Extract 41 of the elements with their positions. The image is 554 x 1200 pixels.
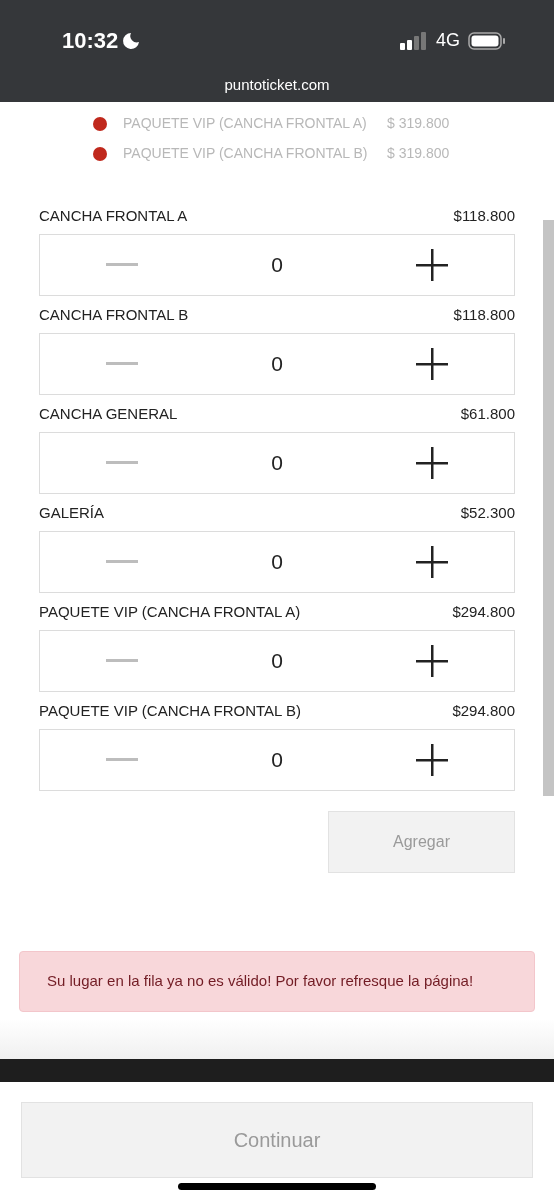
ticket-name: PAQUETE VIP (CANCHA FRONTAL A): [39, 601, 301, 622]
ticket-price: $294.800: [452, 601, 515, 622]
minus-icon: [106, 659, 138, 663]
ticket-name: PAQUETE VIP (CANCHA FRONTAL B): [39, 700, 301, 721]
clock-time: 10:32: [62, 27, 119, 55]
moon-icon: [122, 31, 141, 50]
ticket-price: $118.800: [453, 205, 515, 226]
quantity-value: 0: [270, 648, 284, 675]
plus-icon: [416, 645, 448, 677]
plus-icon: [416, 348, 448, 380]
ticket-name: CANCHA FRONTAL B: [39, 304, 189, 325]
minus-icon: [106, 362, 138, 366]
ticket-price: $118.800: [453, 304, 515, 325]
ticket-name: CANCHA GENERAL: [39, 403, 178, 424]
quantity-value: 0: [270, 450, 284, 477]
quantity-value: 0: [270, 549, 284, 576]
signal-icon: [400, 31, 428, 50]
quantity-value: 0: [270, 747, 284, 774]
plus-icon: [416, 249, 448, 281]
alert-message: Su lugar en la fila ya no es válido! Por favor refresque la página!: [47, 971, 474, 992]
minus-icon: [106, 560, 138, 564]
ticket-price: $294.800: [452, 700, 515, 721]
url-label: puntoticket.com: [224, 75, 330, 95]
ticket-name: GALERÍA: [39, 502, 105, 523]
plus-icon: [416, 546, 448, 578]
network-label: 4G: [436, 29, 460, 52]
battery-icon: [468, 31, 506, 50]
quantity-value: 0: [270, 252, 284, 279]
ticket-price: $61.800: [460, 403, 515, 424]
package-price: $ 319.800: [387, 114, 450, 133]
ticket-name: CANCHA FRONTAL A: [39, 205, 188, 226]
quantity-value: 0: [270, 351, 284, 378]
minus-icon: [106, 461, 138, 465]
ticket-price: $52.300: [460, 502, 515, 523]
plus-icon: [416, 447, 448, 479]
package-price: $ 319.800: [387, 144, 450, 163]
package-name: PAQUETE VIP (CANCHA FRONTAL A): [123, 114, 368, 133]
plus-icon: [416, 744, 448, 776]
minus-icon: [106, 758, 138, 762]
package-name: PAQUETE VIP (CANCHA FRONTAL B): [123, 144, 369, 163]
minus-icon: [106, 263, 138, 267]
